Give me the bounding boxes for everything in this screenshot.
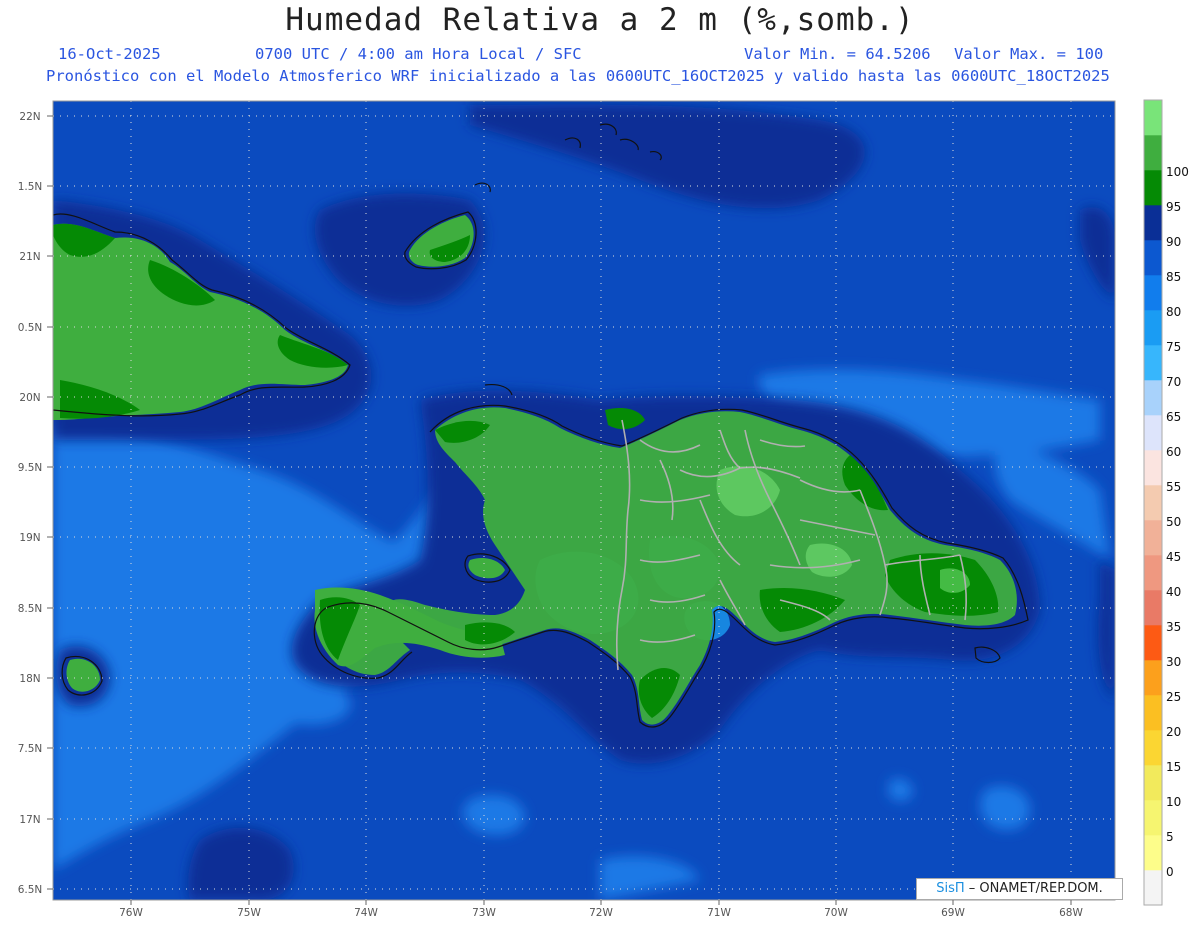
longitude-axis: 76W 75W 74W 73W 72W 71W 70W 69W 68W	[119, 900, 1083, 919]
colorbar-tick-label: 10	[1166, 795, 1181, 809]
lon-label: 72W	[589, 907, 613, 919]
colorbar-tick-label: 5	[1166, 830, 1174, 844]
colorbar-tick-label: 30	[1166, 655, 1181, 669]
colorbar-swatch	[1144, 730, 1162, 766]
map-field	[53, 101, 1115, 900]
colorbar-tick-label: 0	[1166, 865, 1174, 879]
colorbar-swatch	[1144, 275, 1162, 311]
colorbar-swatch	[1144, 135, 1162, 171]
colorbar-swatch	[1144, 520, 1162, 556]
colorbar-tick-label: 95	[1166, 200, 1181, 214]
latitude-axis: 22N 1.5N 21N 0.5N 20N 9.5N 19N 8.5N 18N …	[18, 111, 53, 896]
colorbar-swatch	[1144, 450, 1162, 486]
colorbar-tick-label: 60	[1166, 445, 1181, 459]
colorbar-tick-label: 100	[1166, 165, 1189, 179]
lat-label: 7.5N	[18, 743, 43, 755]
colorbar-swatch	[1144, 765, 1162, 801]
sispi-logo: SisΠ	[936, 881, 965, 896]
colorbar-tick-label: 80	[1166, 305, 1181, 319]
colorbar-swatch	[1144, 240, 1162, 276]
colorbar-tick-label: 70	[1166, 375, 1181, 389]
colorbar-swatch	[1144, 310, 1162, 346]
lat-label: 19N	[19, 532, 40, 544]
colorbar-swatch	[1144, 380, 1162, 416]
colorbar-swatch	[1144, 170, 1162, 206]
colorbar-swatch	[1144, 695, 1162, 731]
lon-label: 74W	[354, 907, 378, 919]
lat-label: 20N	[19, 392, 40, 404]
lon-label: 76W	[119, 907, 143, 919]
humidity-map: 22N 1.5N 21N 0.5N 20N 9.5N 19N 8.5N 18N …	[18, 99, 1189, 919]
colorbar-tick-label: 55	[1166, 480, 1181, 494]
lat-label: 18N	[19, 673, 40, 685]
lat-label: 8.5N	[18, 603, 43, 615]
colorbar-tick-label: 20	[1166, 725, 1181, 739]
colorbar-tick-label: 45	[1166, 550, 1181, 564]
colorbar-tick-label: 25	[1166, 690, 1181, 704]
colorbar-swatch	[1144, 800, 1162, 836]
colorbar-tick-label: 35	[1166, 620, 1181, 634]
colorbar-tick-label: 75	[1166, 340, 1181, 354]
colorbar-tick-label: 90	[1166, 235, 1181, 249]
lat-label: 17N	[19, 814, 40, 826]
credit-box: SisΠ – ONAMET/REP.DOM.	[916, 878, 1123, 900]
colorbar-swatch	[1144, 100, 1162, 136]
colorbar-swatch	[1144, 415, 1162, 451]
lat-label: 1.5N	[18, 181, 43, 193]
colorbar-swatch	[1144, 870, 1162, 906]
lon-label: 69W	[941, 907, 965, 919]
colorbar-swatch	[1144, 625, 1162, 661]
colorbar: 0 5 10 15 20 25 30 35 40 45 50 55 60 65 70 75 80 85 90 95 10…	[1143, 99, 1189, 906]
lon-label: 70W	[824, 907, 848, 919]
colorbar-tick-label: 50	[1166, 515, 1181, 529]
colorbar-swatch	[1144, 660, 1162, 696]
lat-label: 0.5N	[18, 322, 43, 334]
colorbar-tick-label: 65	[1166, 410, 1181, 424]
lon-label: 75W	[237, 907, 261, 919]
colorbar-swatch	[1144, 555, 1162, 591]
credit-text: – ONAMET/REP.DOM.	[968, 881, 1103, 896]
colorbar-tick-label: 40	[1166, 585, 1181, 599]
colorbar-swatch	[1144, 590, 1162, 626]
lat-label: 21N	[19, 251, 40, 263]
lat-label: 22N	[19, 111, 40, 123]
lat-label: 9.5N	[18, 462, 43, 474]
lon-label: 73W	[472, 907, 496, 919]
lat-label: 6.5N	[18, 884, 43, 896]
colorbar-swatch	[1144, 835, 1162, 871]
colorbar-swatch	[1144, 205, 1162, 241]
lon-label: 71W	[707, 907, 731, 919]
colorbar-tick-label: 15	[1166, 760, 1181, 774]
lon-label: 68W	[1059, 907, 1083, 919]
colorbar-tick-label: 85	[1166, 270, 1181, 284]
colorbar-swatch	[1144, 485, 1162, 521]
colorbar-swatch	[1144, 345, 1162, 381]
